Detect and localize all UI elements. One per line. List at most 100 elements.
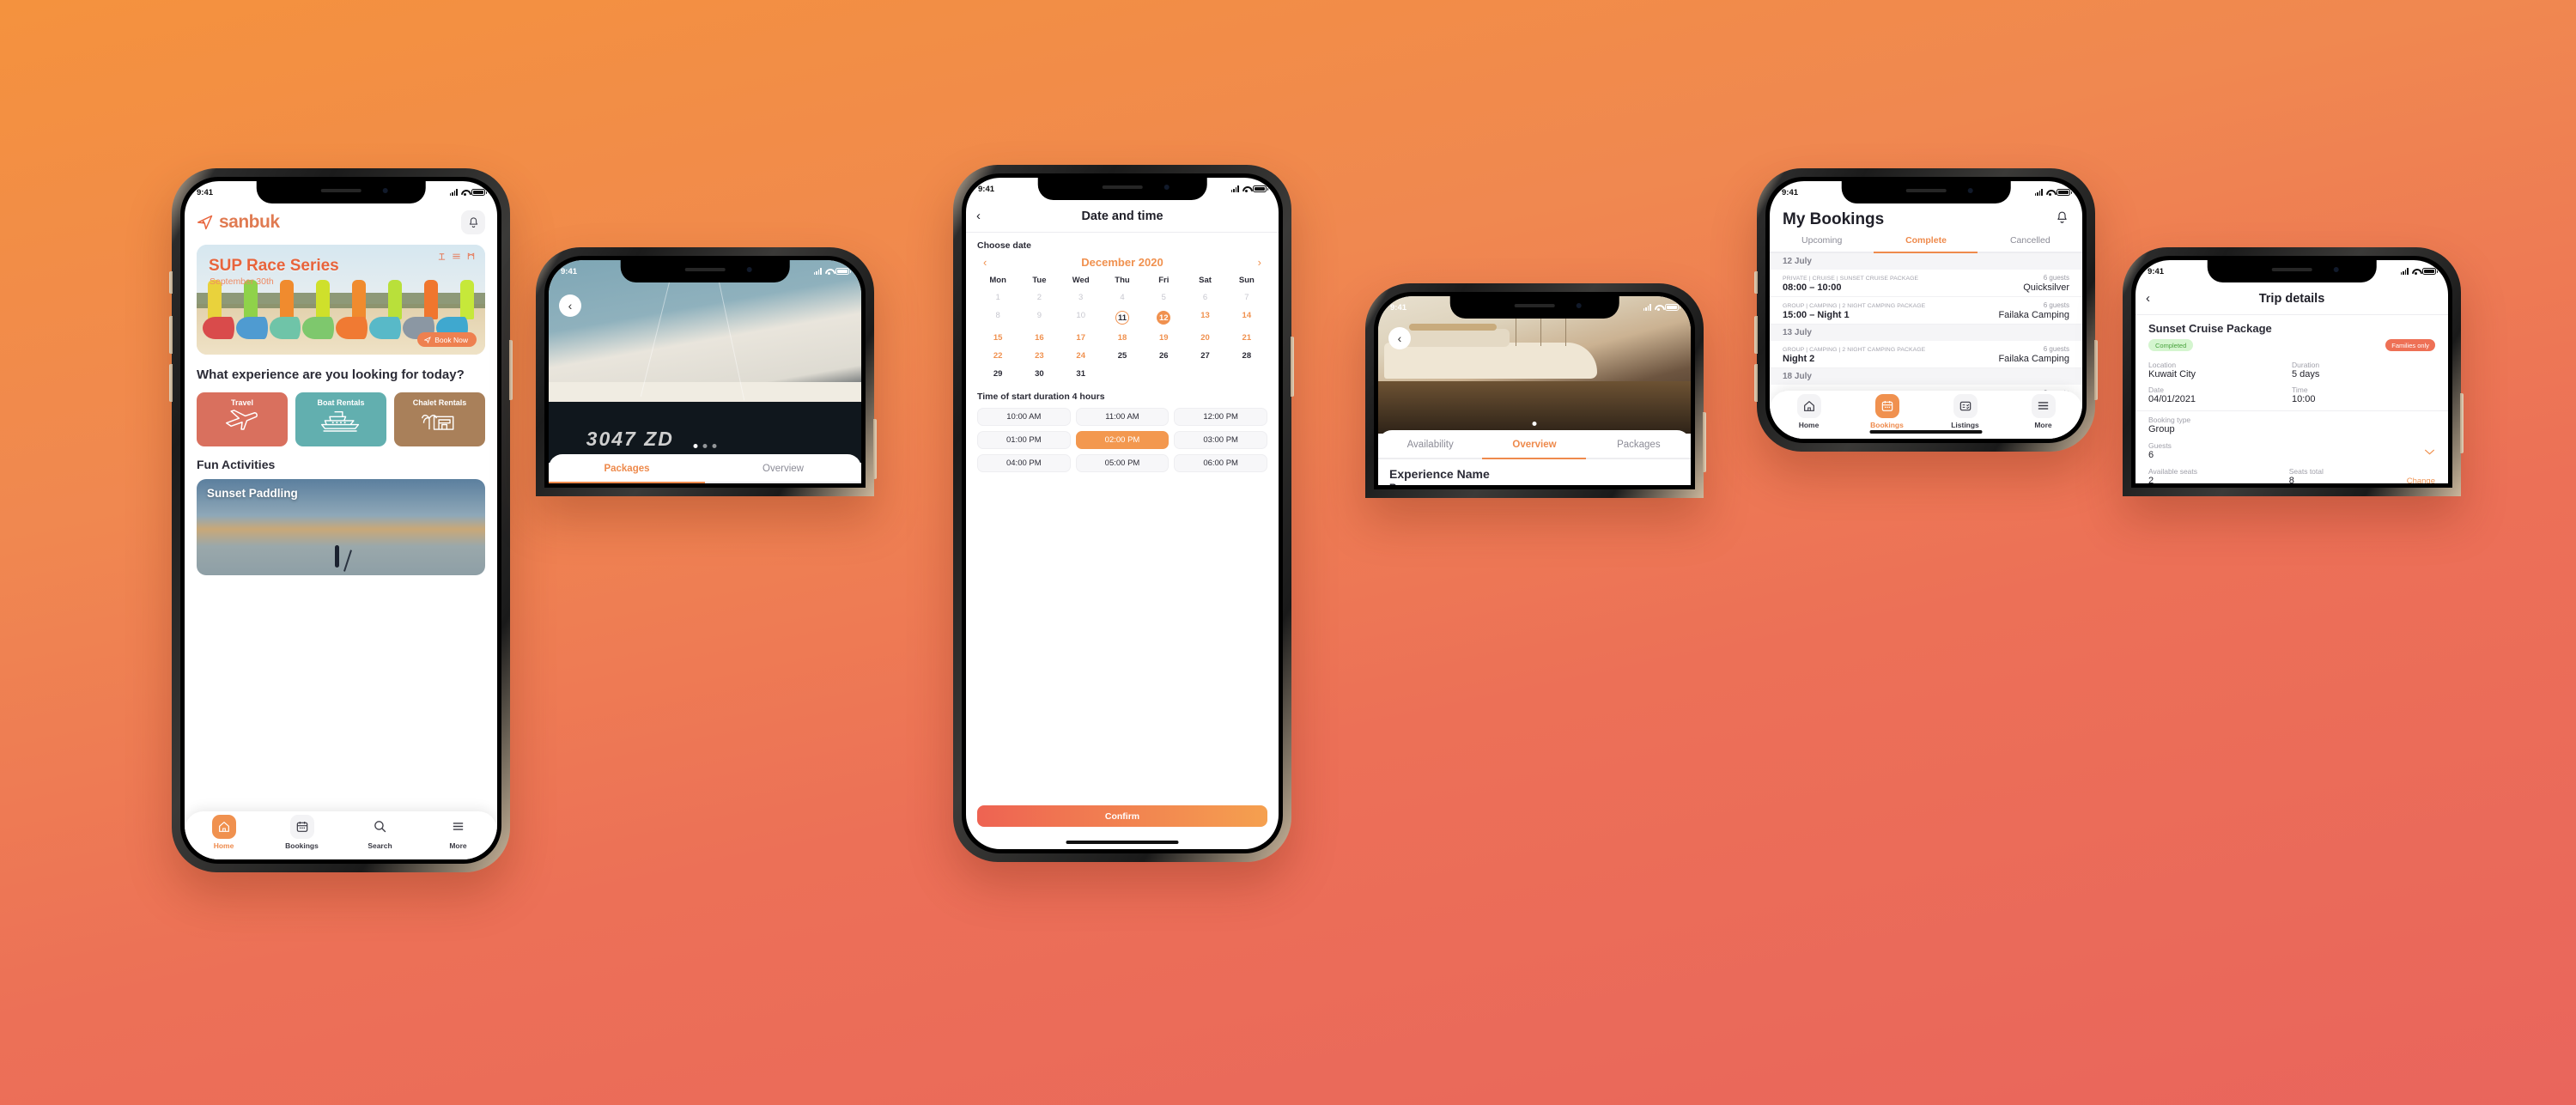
time-slot[interactable]: 10:00 AM	[977, 408, 1071, 426]
tab-more[interactable]: More	[434, 815, 483, 850]
time-slot[interactable]: 11:00 AM	[1075, 408, 1170, 426]
change-link[interactable]: Change	[2407, 477, 2435, 483]
tab-search[interactable]: Search	[355, 815, 405, 850]
activity-card[interactable]: Sunset Paddling	[197, 479, 485, 576]
mute-switch[interactable]	[169, 271, 173, 294]
back-button[interactable]: ‹	[559, 294, 581, 317]
category-chalet-rentals[interactable]: Chalet Rentals	[394, 392, 485, 447]
power-button[interactable]	[873, 419, 877, 479]
calendar-day[interactable]: 5	[1143, 288, 1184, 307]
calendar-day[interactable]: 30	[1018, 365, 1060, 383]
carousel-dots[interactable]	[693, 444, 717, 448]
volume-down-button[interactable]	[1754, 364, 1758, 402]
time-slot[interactable]: 12:00 PM	[1174, 408, 1267, 426]
tab-availability[interactable]: Availability	[1378, 430, 1482, 458]
calendar-day[interactable]: 22	[977, 347, 1018, 365]
power-button[interactable]	[509, 340, 513, 400]
phone-experience-overview: 9:41 ‹ Availability Overview Packages Ex…	[1365, 283, 1706, 498]
calendar-day[interactable]: 26	[1143, 347, 1184, 365]
calendar-day[interactable]: 8	[977, 307, 1018, 329]
time-slot[interactable]: 02:00 PM	[1075, 431, 1170, 449]
calendar-day[interactable]: 6	[1184, 288, 1225, 307]
calendar-day[interactable]: 13	[1184, 307, 1225, 329]
tab-home[interactable]: Home	[199, 814, 249, 850]
calendar-day[interactable]: 27	[1184, 347, 1225, 365]
calendar-day[interactable]: 31	[1060, 365, 1102, 383]
calendar-day[interactable]: 14	[1226, 307, 1267, 329]
calendar-day[interactable]: 17	[1060, 329, 1102, 347]
time-slot[interactable]: 05:00 PM	[1075, 454, 1170, 472]
calendar-day[interactable]: 12	[1143, 307, 1184, 329]
calendar-day[interactable]: 24	[1060, 347, 1102, 365]
back-button[interactable]: ‹	[1388, 327, 1411, 349]
time-slot[interactable]: 01:00 PM	[977, 431, 1071, 449]
time-slot[interactable]: 04:00 PM	[977, 454, 1071, 472]
time-slot[interactable]: 06:00 PM	[1174, 454, 1267, 472]
calendar-day[interactable]: 18	[1102, 329, 1143, 347]
tab-home[interactable]: Home	[1784, 393, 1834, 429]
tab-packages[interactable]: Packages	[1587, 430, 1691, 458]
book-now-button[interactable]: Book Now	[417, 332, 477, 347]
notch	[2207, 260, 2377, 282]
calendar-day[interactable]: 1	[977, 288, 1018, 307]
tab-overview[interactable]: Overview	[705, 454, 861, 482]
power-button[interactable]	[2460, 393, 2464, 453]
power-button[interactable]	[1291, 337, 1294, 397]
calendar-day[interactable]: 29	[977, 365, 1018, 383]
volume-up-button[interactable]	[1754, 316, 1758, 354]
calendar-day[interactable]: 25	[1102, 347, 1143, 365]
expand-button[interactable]	[2424, 445, 2435, 460]
back-button[interactable]: ‹	[2146, 291, 2150, 306]
booking-row[interactable]: GROUP | CAMPING | 2 NIGHT CAMPING PACKAG…	[1770, 297, 2082, 325]
tab-upcoming[interactable]: Upcoming	[1770, 235, 1874, 252]
calendar-day[interactable]: 11	[1102, 307, 1143, 329]
power-button[interactable]	[2094, 340, 2098, 400]
prev-month-button[interactable]: ‹	[983, 256, 987, 269]
status-time: 9:41	[1782, 187, 1799, 197]
tab-bookings[interactable]: Bookings	[1862, 393, 1912, 429]
notifications-button[interactable]	[461, 210, 485, 234]
notifications-button[interactable]	[2055, 210, 2069, 229]
calendar-day[interactable]: 20	[1184, 329, 1225, 347]
calendar-day[interactable]: 4	[1102, 288, 1143, 307]
calendar-day[interactable]: 15	[977, 329, 1018, 347]
tab-packages[interactable]: Packages	[549, 454, 705, 482]
tab-overview[interactable]: Overview	[1482, 430, 1586, 458]
category-travel[interactable]: Travel	[197, 392, 288, 447]
calendar-day[interactable]: 10	[1060, 307, 1102, 329]
booking-row[interactable]: GROUP | CAMPING | 2 NIGHT CAMPING PACKAG…	[1770, 341, 2082, 368]
brand-logo[interactable]: sanbuk	[197, 212, 280, 233]
booking-row[interactable]: PRIVATE | CRUISE | SUNSET CRUISE PACKAGE…	[1770, 270, 2082, 297]
book-now-label: Book Now	[434, 335, 468, 344]
calendar-week: 15 16 17 18 19 20 21	[977, 329, 1267, 347]
hamburger-icon	[453, 823, 464, 830]
volume-up-button[interactable]	[169, 316, 173, 354]
tab-complete[interactable]: Complete	[1874, 235, 1978, 252]
calendar-day[interactable]: 9	[1018, 307, 1060, 329]
calendar-day[interactable]: 28	[1226, 347, 1267, 365]
calendar-day[interactable]: 23	[1018, 347, 1060, 365]
tab-bookings[interactable]: Bookings	[277, 814, 327, 850]
details-sheet: Availability Overview Packages Experienc…	[1378, 430, 1691, 485]
next-month-button[interactable]: ›	[1258, 256, 1261, 269]
category-boat-rentals[interactable]: Boat Rentals	[295, 392, 386, 447]
calendar-day[interactable]: 19	[1143, 329, 1184, 347]
carousel-dots[interactable]	[1532, 422, 1537, 426]
power-button[interactable]	[1703, 412, 1706, 472]
calendar-day[interactable]: 21	[1226, 329, 1267, 347]
tab-label: Listings	[1951, 420, 1979, 429]
tab-listings[interactable]: Listings	[1941, 393, 1990, 429]
seats-total-value: 8	[2288, 476, 2294, 483]
tab-more[interactable]: More	[2019, 393, 2069, 429]
calendar-day[interactable]: 2	[1018, 288, 1060, 307]
calendar-day[interactable]: 3	[1060, 288, 1102, 307]
calendar-day[interactable]: 16	[1018, 329, 1060, 347]
mute-switch[interactable]	[1754, 271, 1758, 294]
calendar-day[interactable]: 7	[1226, 288, 1267, 307]
volume-down-button[interactable]	[169, 364, 173, 402]
confirm-button[interactable]: Confirm	[977, 805, 1267, 827]
time-slot[interactable]: 03:00 PM	[1174, 431, 1267, 449]
promo-banner[interactable]: SUP Race Series September 30th Book Now	[197, 245, 485, 355]
back-button[interactable]: ‹	[976, 209, 981, 223]
tab-cancelled[interactable]: Cancelled	[1978, 235, 2082, 252]
